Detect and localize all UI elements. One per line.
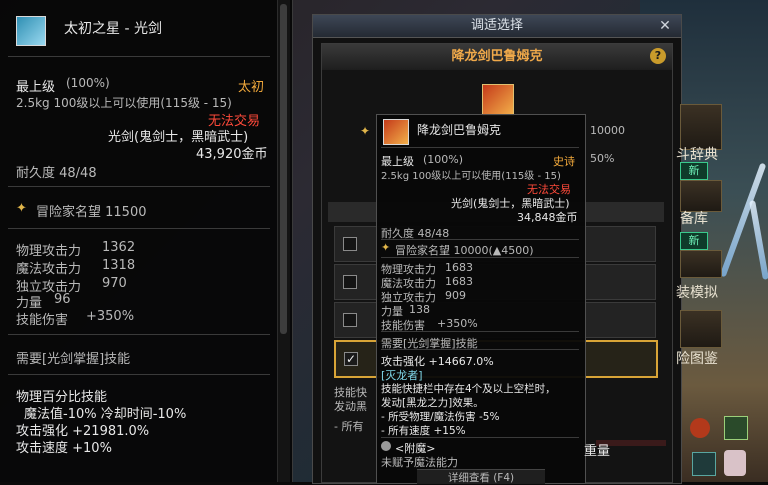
- detail-button-label: 详细查看 (F4): [447, 472, 515, 484]
- stat-value: +350%: [86, 309, 135, 324]
- character-icon[interactable]: [724, 450, 746, 476]
- stat-name: 物理攻击力: [16, 244, 82, 259]
- enchant-icon: [381, 441, 391, 451]
- effect-line: - 所有速度 +15%: [381, 425, 466, 437]
- menu-simulator-icon[interactable]: [680, 250, 722, 278]
- stat-name: 魔法攻击力: [16, 262, 82, 277]
- new-badge: 新: [680, 232, 708, 250]
- stat-value: 970: [102, 276, 127, 291]
- effect-line: 发动[黑龙之力]效果。: [381, 397, 484, 409]
- item-durability: 耐久度 48/48: [16, 166, 97, 181]
- behind-text: - 所有: [334, 420, 364, 433]
- renown-icon: ✦: [360, 124, 371, 138]
- stat-value: 1362: [102, 240, 136, 255]
- stat-value: 138: [409, 303, 430, 316]
- weapon-icon[interactable]: [482, 84, 514, 116]
- option-checkbox[interactable]: [343, 275, 357, 289]
- item-price: 43,920金币: [196, 147, 268, 162]
- item-title: 降龙剑巴鲁姆克: [417, 123, 502, 137]
- skill-line: 攻击速度 +10%: [16, 441, 112, 456]
- menu-label[interactable]: 险图鉴: [676, 348, 718, 368]
- option-checkbox[interactable]: [343, 237, 357, 251]
- renown-icon: ✦: [16, 201, 27, 216]
- candidate-item-tooltip: 降龙剑巴鲁姆克 最上级 (100%) 史诗 2.5kg 100级以上可以使用(1…: [376, 114, 586, 484]
- item-icon: [383, 119, 409, 145]
- behind-pct: 50%: [590, 152, 615, 165]
- item-price: 34,848金币: [517, 211, 578, 224]
- option-checkbox[interactable]: [343, 313, 357, 327]
- behind-value: 10000: [590, 124, 625, 137]
- effect-line: - 所受物理/魔法伤害 -5%: [381, 411, 500, 423]
- mail-icon[interactable]: [690, 418, 710, 438]
- option-checkbox-checked[interactable]: ✓: [344, 352, 358, 366]
- equipped-item-tooltip: 太初之星 - 光剑 最上级 (100%) 太初 2.5kg 100级以上可以使用…: [0, 0, 293, 482]
- item-icon: [16, 16, 46, 46]
- behind-text: 发动黑: [334, 400, 367, 413]
- menu-label[interactable]: 斗辞典: [676, 144, 718, 164]
- item-requirement: 需要[光剑掌握]技能: [16, 352, 131, 367]
- menu-codex-icon[interactable]: [680, 310, 722, 348]
- home-icon[interactable]: [724, 416, 748, 440]
- effect-line: 技能快捷栏中存在4个及以上空栏时，: [381, 383, 556, 395]
- window-title: 调适选择: [313, 15, 681, 38]
- stat-value: +350%: [437, 317, 478, 330]
- stat-value: 1318: [102, 258, 136, 273]
- tooltip-scrollbar[interactable]: [277, 0, 290, 482]
- item-weight-level: 2.5kg 100级以上可以使用(115级 - 15): [381, 171, 561, 182]
- item-renown: 冒险家名望 10000(▲4500): [395, 244, 534, 257]
- item-renown: 冒险家名望 11500: [36, 205, 147, 220]
- item-grade-pct: (100%): [423, 153, 464, 166]
- stat-name: 技能伤害: [16, 313, 69, 328]
- item-title: 太初之星 - 光剑: [64, 21, 162, 37]
- close-icon[interactable]: ✕: [657, 18, 673, 34]
- weight-label: 重量: [584, 444, 611, 459]
- item-rarity: 太初: [238, 80, 265, 95]
- renown-icon: ✦: [381, 241, 391, 254]
- menu-label[interactable]: 备库: [680, 208, 708, 228]
- enchant-none: 未赋予魔法能力: [381, 456, 458, 469]
- calendar-icon[interactable]: [692, 452, 716, 476]
- stat-value: 1683: [445, 261, 473, 274]
- menu-label[interactable]: 装模拟: [676, 282, 718, 302]
- item-grade-pct: (100%): [66, 76, 110, 90]
- stat-value: 1683: [445, 275, 473, 288]
- stat-value: 96: [54, 292, 71, 307]
- item-grade: 最上级: [16, 80, 56, 95]
- item-weight-level: 2.5kg 100级以上可以使用(115级 - 15): [16, 96, 232, 110]
- panel-title: 降龙剑巴鲁姆克: [322, 44, 672, 70]
- help-icon[interactable]: ?: [650, 48, 666, 64]
- scrollbar-thumb[interactable]: [280, 4, 287, 334]
- new-badge: 新: [680, 162, 708, 180]
- stat-value: 909: [445, 289, 466, 302]
